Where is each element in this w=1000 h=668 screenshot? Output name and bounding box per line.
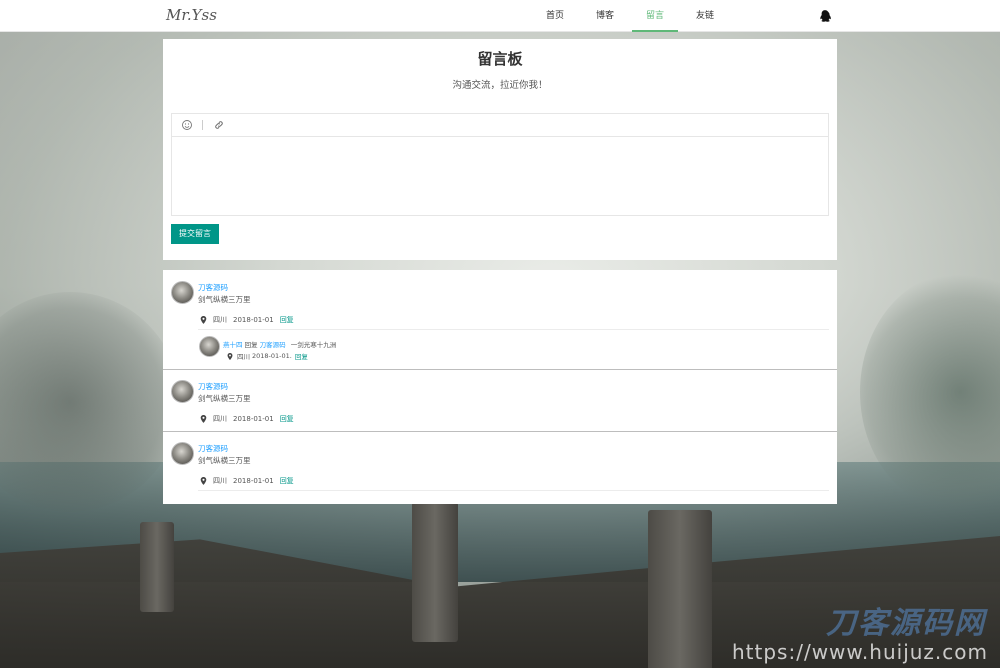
submit-message-button[interactable]: 提交留言 xyxy=(171,224,219,244)
avatar[interactable] xyxy=(171,380,194,403)
nav-item-home[interactable]: 首页 xyxy=(532,0,578,32)
comment-text: 剑气纵横三万里 xyxy=(198,295,251,304)
location-pin-icon xyxy=(227,352,233,360)
bridge-post xyxy=(648,510,712,668)
comment-meta: 四川 2018-01-01 回复 xyxy=(200,315,294,325)
sub-reply-item: 燕十四 回复 刀客源码 一剑光寒十九洲 四川 2018-01-01. 回复 xyxy=(199,336,829,366)
reply-link[interactable]: 回复 xyxy=(280,315,294,325)
comment-location: 四川 xyxy=(213,477,227,485)
message-editor xyxy=(171,113,829,216)
watermark-url: https://www.huijuz.com xyxy=(732,640,988,664)
comment-date: 2018-01-01 xyxy=(233,316,274,324)
reply-separator xyxy=(198,329,829,330)
sub-reply-meta: 四川 2018-01-01. 回复 xyxy=(227,351,308,361)
reply-link[interactable]: 回复 xyxy=(280,414,294,424)
reply-link[interactable]: 回复 xyxy=(295,351,308,361)
comment-bottom-separator xyxy=(198,490,829,491)
comment-text: 剑气纵横三万里 xyxy=(198,456,251,465)
sub-reply-text: 一剑光寒十九洲 xyxy=(290,341,337,349)
comment-divider xyxy=(163,431,837,432)
avatar[interactable] xyxy=(199,336,220,357)
comment-date: 2018-01-01 xyxy=(233,477,274,485)
comment-divider xyxy=(163,369,837,370)
sub-reply-author[interactable]: 燕十四 xyxy=(223,341,243,349)
bridge-post xyxy=(140,522,174,612)
sub-reply-verb: 回复 xyxy=(244,341,258,349)
sub-reply-line: 燕十四 回复 刀客源码 一剑光寒十九洲 xyxy=(223,339,336,349)
comments-panel: 刀客源码 剑气纵横三万里 四川 2018-01-01 回复 燕十四 回复 刀客源… xyxy=(163,270,837,504)
reply-link[interactable]: 回复 xyxy=(280,476,294,486)
sub-reply-location: 四川 xyxy=(237,353,250,361)
location-pin-icon xyxy=(200,316,207,324)
comment-author[interactable]: 刀客源码 xyxy=(198,443,228,454)
editor-toolbar xyxy=(172,114,828,137)
nav-item-blog[interactable]: 博客 xyxy=(582,0,628,32)
emoji-icon[interactable] xyxy=(181,119,193,131)
top-navbar: Mr.Yss 首页 博客 留言 友链 xyxy=(0,0,1000,32)
comment-date: 2018-01-01 xyxy=(233,415,274,423)
qq-penguin-icon[interactable] xyxy=(818,9,832,23)
nav-item-messages[interactable]: 留言 xyxy=(632,0,678,32)
watermark-brand: 刀客源码网 xyxy=(826,606,986,641)
avatar[interactable] xyxy=(171,281,194,304)
sub-reply-target[interactable]: 刀客源码 xyxy=(260,341,286,349)
comment-meta: 四川 2018-01-01 回复 xyxy=(200,414,294,424)
bridge-post xyxy=(412,502,458,642)
location-pin-icon xyxy=(200,477,207,485)
page-subtitle: 沟通交流，拉近你我！ xyxy=(452,80,548,91)
avatar[interactable] xyxy=(171,442,194,465)
toolbar-divider xyxy=(202,120,203,130)
location-pin-icon xyxy=(200,415,207,423)
comment-text: 剑气纵横三万里 xyxy=(198,394,251,403)
sub-reply-date: 2018-01-01. xyxy=(252,352,292,360)
comment-author[interactable]: 刀客源码 xyxy=(198,381,228,392)
message-board-panel: 留言板 沟通交流，拉近你我！ 提交留言 xyxy=(163,39,837,260)
comment-author[interactable]: 刀客源码 xyxy=(198,282,228,293)
comment-meta: 四川 2018-01-01 回复 xyxy=(200,476,294,486)
message-textarea[interactable] xyxy=(172,137,828,215)
main-nav: 首页 博客 留言 友链 xyxy=(532,0,728,32)
page-title: 留言板 xyxy=(477,50,523,68)
comment-location: 四川 xyxy=(213,415,227,423)
nav-item-links[interactable]: 友链 xyxy=(682,0,728,32)
comment-location: 四川 xyxy=(213,316,227,324)
site-logo[interactable]: Mr.Yss xyxy=(166,6,217,24)
link-icon[interactable] xyxy=(214,120,224,130)
